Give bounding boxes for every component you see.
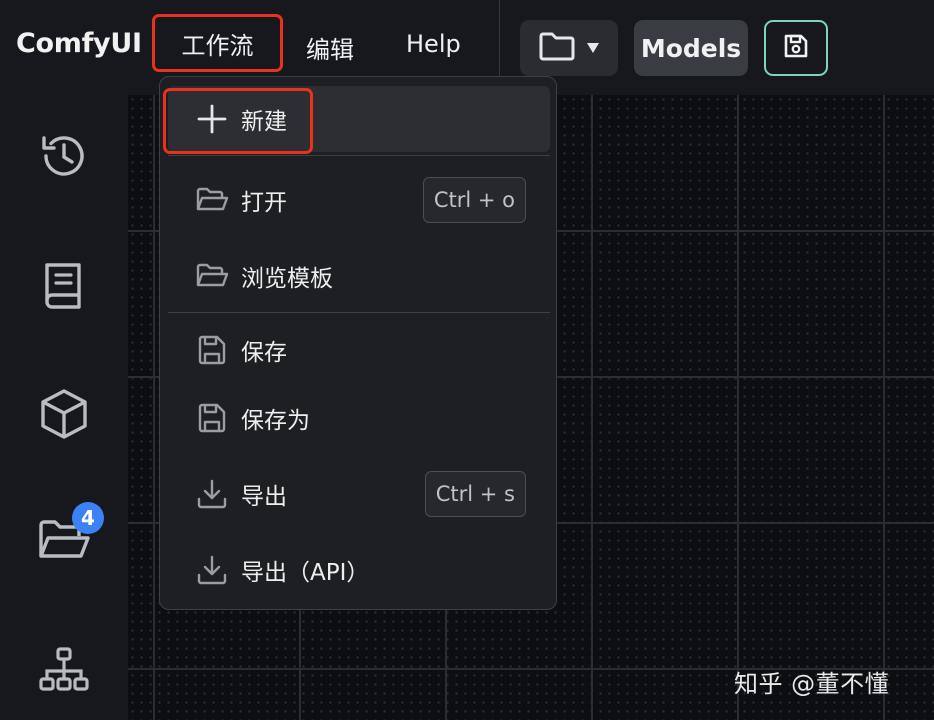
- history-icon[interactable]: [36, 128, 92, 184]
- download-icon: [192, 474, 232, 514]
- watermark: 知乎 @董不懂: [734, 670, 890, 698]
- download-icon: [192, 550, 232, 590]
- node-tree-icon[interactable]: [36, 642, 92, 698]
- folder-open-icon: [192, 256, 232, 296]
- save-icon: [192, 330, 232, 370]
- menu-item-export[interactable]: 导出 Ctrl + s: [168, 461, 550, 527]
- menu-edit[interactable]: 编辑: [306, 30, 354, 65]
- shortcut-hint: Ctrl + o: [422, 177, 526, 223]
- caret-down-icon: [586, 39, 600, 58]
- workflow-menu: 新建 打开 Ctrl + o 浏览模板 保存 保存为 导出 Ctrl + s 导…: [159, 76, 557, 610]
- sidebar: 4: [0, 95, 128, 720]
- folder-open-icon: [192, 180, 232, 220]
- cube-icon[interactable]: [36, 386, 92, 442]
- save-button[interactable]: [764, 20, 828, 76]
- menu-item-label: 保存为: [241, 408, 310, 434]
- models-button[interactable]: Models: [634, 20, 748, 76]
- menu-item-open[interactable]: 打开 Ctrl + o: [168, 167, 550, 233]
- menu-divider: [168, 312, 550, 313]
- queue-count-badge: 4: [72, 502, 104, 534]
- new-item-highlight: [163, 88, 313, 154]
- menu-item-browse-templates[interactable]: 浏览模板: [168, 243, 550, 309]
- save-icon: [783, 33, 809, 63]
- menu-item-label: 浏览模板: [241, 266, 333, 292]
- menu-item-export-api[interactable]: 导出（API）: [168, 537, 550, 603]
- menu-divider: [168, 155, 550, 156]
- menu-item-label: 导出: [241, 484, 287, 510]
- shortcut-hint: Ctrl + s: [424, 471, 526, 517]
- menu-item-label: 打开: [241, 190, 287, 216]
- menu-workflow[interactable]: 工作流: [152, 14, 283, 72]
- menu-item-save-as[interactable]: 保存为: [168, 385, 550, 451]
- save-icon: [192, 398, 232, 438]
- menu-item-save[interactable]: 保存: [168, 317, 550, 383]
- app-logo: ComfyUI: [16, 28, 142, 59]
- menu-item-label: 导出（API）: [241, 560, 370, 586]
- menu-help[interactable]: Help: [406, 30, 461, 58]
- book-icon[interactable]: [36, 258, 92, 314]
- folder-icon: [538, 31, 576, 65]
- menu-workflow-label: 工作流: [181, 31, 254, 60]
- menu-item-label: 保存: [241, 340, 287, 366]
- workflows-dropdown-button[interactable]: [520, 20, 618, 76]
